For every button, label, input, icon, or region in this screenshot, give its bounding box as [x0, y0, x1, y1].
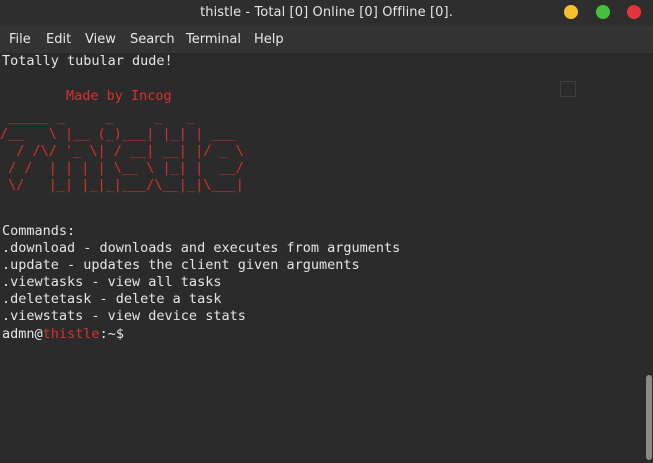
menu-file[interactable]: File: [9, 32, 31, 47]
close-button[interactable]: [627, 5, 641, 19]
command-viewtasks: .viewtasks - view all tasks: [2, 274, 222, 290]
terminal-window: thistle - Total [0] Online [0] Offline […: [0, 0, 653, 463]
prompt-host: thistle: [42, 326, 100, 342]
prompt-path: :~$: [99, 326, 124, 342]
greeting-line: Totally tubular dude!: [2, 53, 173, 69]
command-deletetask: .deletetask - delete a task: [2, 291, 222, 307]
menu-search[interactable]: Search: [130, 32, 175, 47]
text-cursor: [124, 325, 132, 340]
maximize-button[interactable]: [596, 5, 610, 19]
scrollbar-thumb[interactable]: [646, 375, 652, 460]
prompt-user: admn: [2, 326, 35, 342]
terminal-output[interactable]: Totally tubular dude! Made by Incog ____…: [0, 53, 645, 463]
commands-header: Commands:: [2, 223, 76, 239]
window-title: thistle - Total [0] Online [0] Offline […: [200, 5, 453, 20]
title-bar[interactable]: thistle - Total [0] Online [0] Offline […: [0, 0, 653, 25]
minimize-button[interactable]: [564, 5, 578, 19]
shell-prompt[interactable]: admn@thistle:~$: [2, 325, 132, 343]
command-download: .download - downloads and executes from …: [2, 240, 401, 256]
credit-line: Made by Incog: [66, 88, 172, 104]
prompt-at: @: [34, 326, 43, 342]
terminal-scrollbar[interactable]: [645, 53, 653, 463]
menu-terminal[interactable]: Terminal: [186, 32, 241, 47]
command-update: .update - updates the client given argum…: [2, 257, 360, 273]
background-artifact-box: [560, 81, 576, 97]
menu-bar: File Edit View Search Terminal Help: [0, 25, 653, 53]
menu-edit[interactable]: Edit: [46, 32, 71, 47]
menu-help[interactable]: Help: [254, 32, 284, 47]
thistle-logo: _____ _ _ _ _ /__ \ |__ (_)___| |_| | __…: [0, 109, 244, 193]
command-viewstats: .viewstats - view device stats: [2, 308, 246, 324]
menu-view[interactable]: View: [85, 32, 116, 47]
